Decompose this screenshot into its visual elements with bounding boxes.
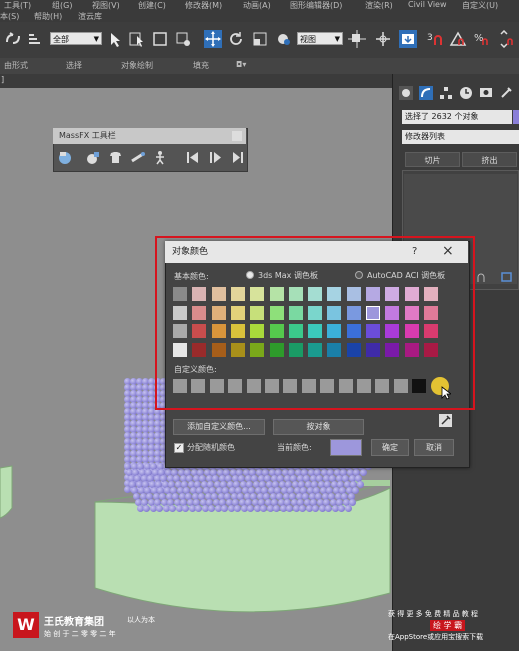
constraint-icon[interactable] xyxy=(130,150,145,165)
svg-text:3: 3 xyxy=(427,33,433,43)
select-manipulate-icon[interactable] xyxy=(374,30,392,48)
menu-group[interactable]: 组(G) xyxy=(52,0,72,11)
by-object-button[interactable]: 按对象 xyxy=(273,419,364,435)
massfx-title[interactable]: MassFX 工具栏 xyxy=(53,128,246,144)
svg-text:%: % xyxy=(474,33,484,44)
rigid-body-icon[interactable] xyxy=(86,150,101,165)
watermark-logo: 绘 学 霸 xyxy=(430,620,466,631)
menu-render-library[interactable]: 渲云库 xyxy=(78,11,102,22)
window-crossing-icon[interactable] xyxy=(174,30,192,48)
ok-button[interactable]: 确定 xyxy=(371,439,409,456)
motion-tab-icon[interactable] xyxy=(459,86,473,100)
ribbon-tab-populate[interactable]: 填充 xyxy=(193,60,209,71)
random-color-checkbox[interactable]: ✓ xyxy=(174,443,184,453)
chevron-down-icon: ▼ xyxy=(334,35,340,43)
hierarchy-tab-icon[interactable] xyxy=(439,86,453,100)
particle-sphere xyxy=(356,481,364,488)
percent-snap-icon[interactable]: % xyxy=(473,30,491,48)
reset-sim-icon[interactable] xyxy=(185,150,200,165)
menu-graph-editors[interactable]: 图形编辑器(D) xyxy=(290,0,342,11)
keyboard-shortcut-icon[interactable] xyxy=(399,30,417,48)
select-object-icon[interactable] xyxy=(106,30,124,48)
placement-icon[interactable] xyxy=(274,30,292,48)
create-tab-icon[interactable] xyxy=(399,86,413,100)
display-tab-icon[interactable] xyxy=(479,86,493,100)
modify-tab-icon[interactable] xyxy=(419,86,433,100)
spinner-snap-icon[interactable] xyxy=(497,30,515,48)
brand-founded: 始 创 于 二 零 零 二 年 xyxy=(44,630,116,638)
menu-civil-view[interactable]: Civil View xyxy=(408,0,447,9)
step-sim-icon[interactable] xyxy=(230,150,245,165)
utilities-tab-icon[interactable] xyxy=(499,86,513,100)
world-params-icon[interactable] xyxy=(58,150,73,165)
ribbon-options-icon[interactable]: ◘▾ xyxy=(236,60,246,69)
eyedropper-icon[interactable] xyxy=(439,414,452,427)
highlight-frame xyxy=(155,236,475,410)
modifier-list-dropdown[interactable]: 修改器列表 xyxy=(402,130,519,144)
scale-icon[interactable] xyxy=(251,30,269,48)
cloth-icon[interactable] xyxy=(108,150,123,165)
menu-rendering[interactable]: 渲染(R) xyxy=(365,0,393,11)
object-color-swatch[interactable] xyxy=(513,110,519,124)
selection-name-field[interactable]: 选择了 2632 个对象 xyxy=(402,110,512,124)
add-custom-color-button[interactable]: 添加自定义颜色... xyxy=(173,419,265,435)
slice-button[interactable]: 切片 xyxy=(405,152,460,167)
cancel-button[interactable]: 取消 xyxy=(414,439,454,456)
ribbon-tabs: 由形式 选择 对象绘制 填充 ◘▾ xyxy=(0,58,519,74)
link-icon[interactable] xyxy=(4,30,22,48)
reference-coordinate-dropdown[interactable]: 视图 ▼ xyxy=(297,32,343,45)
reference-coordinate-value: 视图 xyxy=(300,35,316,44)
unlink-icon[interactable] xyxy=(26,30,44,48)
menu-modifiers[interactable]: 修改器(M) xyxy=(185,0,222,11)
select-by-name-icon[interactable] xyxy=(128,30,146,48)
viewport-header: ] xyxy=(0,74,392,88)
viewport-label[interactable]: ] xyxy=(1,75,4,84)
menu-create[interactable]: 创建(C) xyxy=(138,0,166,11)
move-icon[interactable] xyxy=(204,30,222,48)
massfx-close-icon[interactable] xyxy=(232,131,242,141)
watermark-line3: 在AppStore或应用宝搜索下载 xyxy=(388,633,484,641)
menu-view[interactable]: 视图(V) xyxy=(92,0,120,11)
random-color-label[interactable]: 分配随机颜色 xyxy=(187,442,235,453)
menu-script[interactable]: 本(S) xyxy=(0,11,19,22)
particle-sphere xyxy=(344,505,352,512)
pivot-point-icon[interactable] xyxy=(348,30,366,48)
angle-snap-icon[interactable] xyxy=(449,30,467,48)
menu-animation[interactable]: 动画(A) xyxy=(243,0,271,11)
menu-tools[interactable]: 工具(T) xyxy=(4,0,31,11)
extrude-button[interactable]: 挤出 xyxy=(462,152,517,167)
main-toolbar: 全部 ▼ 视图 ▼ 3 % xyxy=(0,22,519,59)
watermark-line1: 获 得 更 多 免 费 精 品 教 程 xyxy=(388,610,479,618)
ragdoll-icon[interactable] xyxy=(153,150,168,165)
ribbon-tab-modeling[interactable]: 由形式 xyxy=(4,60,28,71)
menu-help[interactable]: 帮助(H) xyxy=(34,11,62,22)
snap-toggle-icon[interactable]: 3 xyxy=(426,30,444,48)
current-color-swatch[interactable] xyxy=(330,439,362,456)
rotate-icon[interactable] xyxy=(227,30,245,48)
play-sim-icon[interactable] xyxy=(208,150,223,165)
selection-filter-value: 全部 xyxy=(53,35,69,44)
selection-filter-dropdown[interactable]: 全部 ▼ xyxy=(50,32,102,45)
menu-customize[interactable]: 自定义(U) xyxy=(462,0,498,11)
brand-logo-icon: W xyxy=(13,612,39,638)
ribbon-tab-object-paint[interactable]: 对象绘制 xyxy=(121,60,153,71)
menu-bar: 工具(T) 组(G) 视图(V) 创建(C) 修改器(M) 动画(A) 图形编辑… xyxy=(0,0,519,22)
ribbon-tab-selection[interactable]: 选择 xyxy=(66,60,82,71)
current-color-label: 当前颜色: xyxy=(277,443,312,452)
brand-slogan: 以人为本 xyxy=(127,616,155,624)
brand-name: 王氏教育集团 xyxy=(44,617,104,628)
rect-selection-icon[interactable] xyxy=(151,30,169,48)
chevron-down-icon: ▼ xyxy=(93,35,99,43)
